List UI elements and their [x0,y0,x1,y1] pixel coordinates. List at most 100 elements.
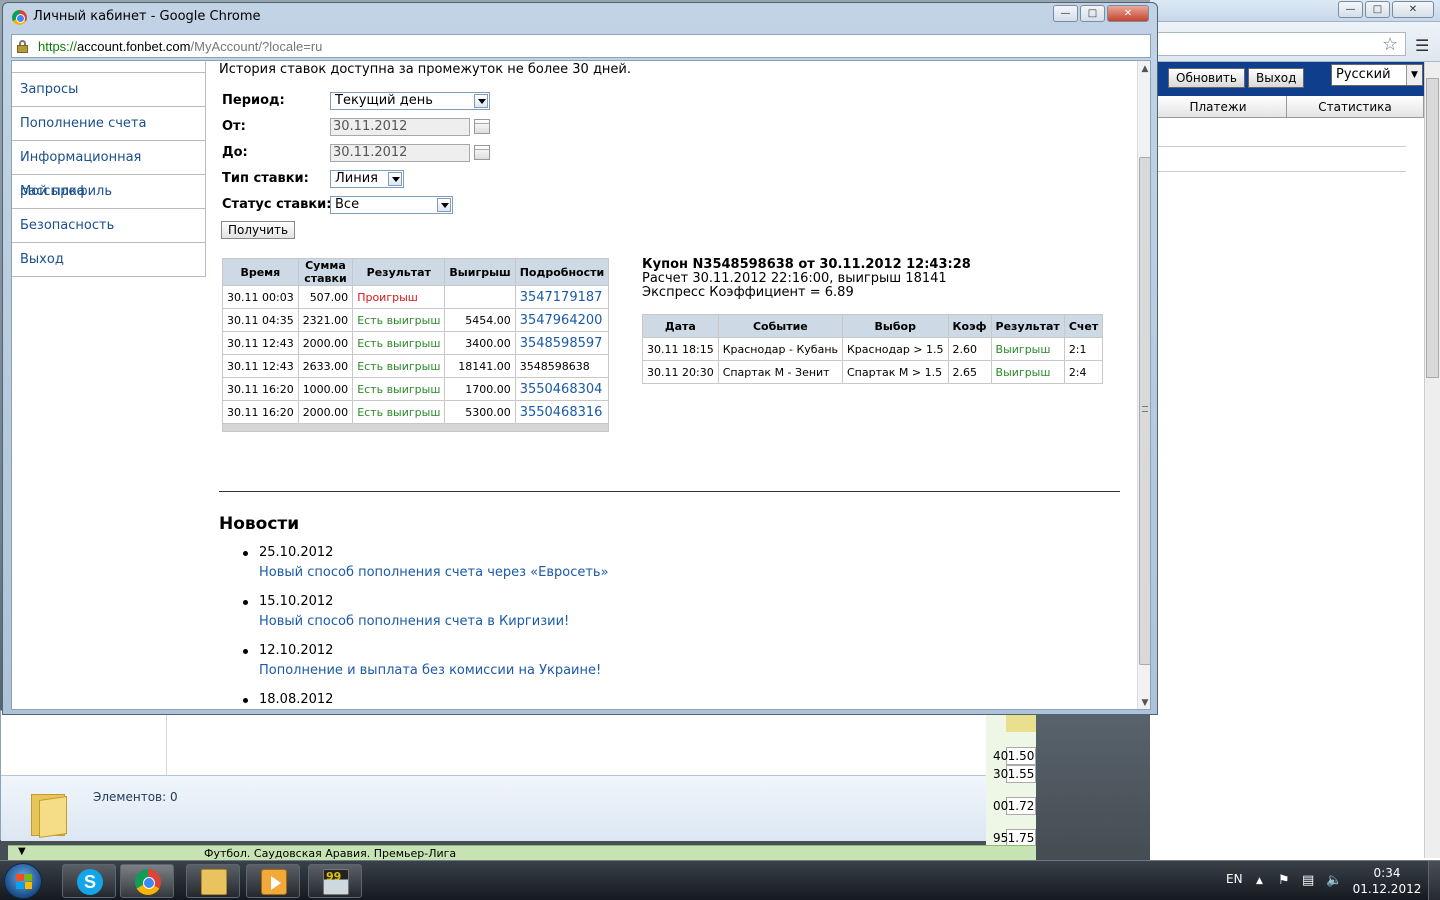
column-header: Событие [717,314,844,338]
news-link[interactable]: Новый способ пополнения счета в Киргизии… [259,614,569,629]
sidebar-item-deposit[interactable]: Пополнение счета [12,107,206,141]
league-row[interactable]: ▼ Футбол. Саудовская Аравия. Премьер-Лиг… [8,845,1036,861]
to-date-input[interactable]: 30.11.2012 [330,144,470,162]
volume-icon[interactable]: 🔈 [1326,873,1342,888]
coupon-calc: Расчет 30.11.2012 22:16:00, выигрыш 1814… [642,271,947,286]
bet-amount: 2321.00 [297,308,354,332]
sidebar-item-requests[interactable]: Запросы [12,73,206,107]
period-select[interactable]: Текущий день [330,92,490,110]
minimize-button[interactable]: — [1053,5,1078,22]
bet-result: Есть выигрыш [352,308,446,332]
event-score: 2:4 [1063,360,1104,384]
bullet-icon [243,698,248,703]
taskbar-media-player[interactable] [246,864,300,898]
tab-payments[interactable]: Платежи [1150,96,1287,117]
bet-winnings: 1700.00 [444,377,516,401]
show-hidden-icons-icon[interactable]: ▲ [1256,876,1263,886]
event-name: Спартак М - Зенит [717,360,844,384]
clock-time: 0:34 [1373,866,1401,880]
scroll-down-arrow-icon[interactable]: ▼ [1140,698,1150,708]
bet-details-link[interactable]: 3550468304 [520,382,603,397]
league-name: Футбол. Саудовская Аравия. Премьер-Лига [204,847,457,860]
get-button[interactable]: Получить [221,221,296,239]
bet-type-select[interactable]: Линия [330,170,404,188]
bet-time: 30.11 12:43 [222,331,299,355]
sidebar-cut-item [12,61,206,73]
bullet-icon [243,649,248,654]
menu-icon[interactable]: ☰ [1415,36,1429,55]
explorer-pane-divider [166,711,167,775]
taskbar-chrome[interactable] [120,864,174,898]
collapse-triangle-icon[interactable]: ▼ [18,846,26,857]
calendar-icon[interactable] [474,119,490,134]
address-bar[interactable]: https://account.fonbet.com/MyAccount/?lo… [11,34,1151,58]
show-desktop-button[interactable] [1428,861,1440,900]
start-button[interactable] [4,863,42,899]
lock-icon[interactable] [17,40,28,53]
bg-close-button[interactable]: ✕ [1392,1,1434,18]
window-title: Личный кабинет - Google Chrome [33,9,261,24]
explorer-window: Элементов: 0 [0,710,994,841]
sidebar-item-logout[interactable]: Выход [12,243,206,277]
bet-details-cell: 3550468304 [514,377,610,401]
table-header-row: Дата Событие Выбор Коэф Результат Счет [642,314,1104,338]
sidebar-item-security[interactable]: Безопасность [12,209,206,243]
odds-cell[interactable]: 00 1.72 [993,797,1036,815]
bets-table: Время Сумма ставки Результат Выигрыш Под… [221,258,610,432]
odds-cell[interactable]: 30 1.55 [993,765,1036,783]
action-center-flag-icon[interactable]: ⚑ [1278,873,1290,888]
column-header: Подробности [514,258,610,286]
bg-minimize-button[interactable]: — [1338,1,1363,18]
language-select[interactable]: Русский ▼ [1331,64,1423,86]
sidebar-item-newsletter[interactable]: Информационная рассылка [12,141,206,199]
bet-details-cell: 3548598638 [514,354,610,378]
bet-status-select[interactable]: Все [330,196,453,214]
divider [1150,146,1406,147]
table-row: 30.11 04:35 2321.00 Есть выигрыш 5454.00 354… [222,308,610,332]
refresh-button[interactable]: Обновить [1168,68,1245,88]
from-label: От: [222,119,246,134]
logout-button[interactable]: Выход [1248,68,1305,88]
bet-details-link[interactable]: 3548598597 [520,336,603,351]
bookmark-star-icon[interactable]: ☆ [1382,34,1398,55]
taskbar-app[interactable]: 99 [308,864,362,898]
calendar-icon[interactable] [474,145,490,160]
scrollbar-thumb[interactable] [1139,157,1150,665]
skype-icon: S [77,869,103,895]
odds-cell[interactable]: 40 1.50 [993,747,1036,765]
page-scrollbar[interactable]: ▲ ▼ [1137,61,1150,709]
bet-details-link[interactable]: 3547964200 [520,313,603,328]
bet-time: 30.11 16:20 [222,400,299,424]
column-header: Сумма ставки [297,258,354,286]
scroll-up-arrow-icon[interactable]: ▲ [1140,64,1150,74]
chevron-down-icon [437,198,451,212]
coupon-heading: Купон N3548598638 от 30.11.2012 12:43:28 [642,257,971,272]
news-link[interactable]: Новый способ пополнения счета через «Евр… [259,565,609,580]
bg-scrollbar[interactable] [1424,62,1440,858]
event-choice: Краснодар > 1.5 [842,337,949,361]
from-date-input[interactable]: 30.11.2012 [330,118,470,136]
event-name: Краснодар - Кубань [717,337,844,361]
bet-result: Есть выигрыш [352,354,446,378]
clock[interactable]: 0:34 01.12.2012 [1352,865,1422,897]
maximize-button[interactable]: □ [1080,5,1105,22]
chevron-down-icon: ▼ [1406,65,1422,85]
bet-details-link[interactable]: 3547179187 [520,290,603,305]
language-indicator[interactable]: EN [1226,872,1243,886]
sidebar-item-profile[interactable]: Мой профиль [12,175,206,209]
clock-date: 01.12.2012 [1352,882,1422,896]
bg-maximize-button[interactable]: □ [1365,1,1390,18]
chrome-icon [135,869,161,895]
tab-statistics[interactable]: Статистика [1287,96,1424,117]
network-icon[interactable]: ▤ [1302,873,1314,888]
event-score: 2:1 [1063,337,1104,361]
taskbar-skype[interactable]: S [62,864,116,898]
news-link[interactable]: Пополнение и выплата без комиссии на Укр… [259,663,601,678]
bet-details-link[interactable]: 3550468316 [520,405,603,420]
bet-amount: 2633.00 [297,354,354,378]
bg-scrollbar-thumb[interactable] [1426,78,1439,378]
bg-address-bar[interactable] [1150,32,1406,56]
taskbar-explorer[interactable] [186,864,240,898]
column-header: Время [222,258,299,286]
close-button[interactable]: ✕ [1107,5,1149,22]
